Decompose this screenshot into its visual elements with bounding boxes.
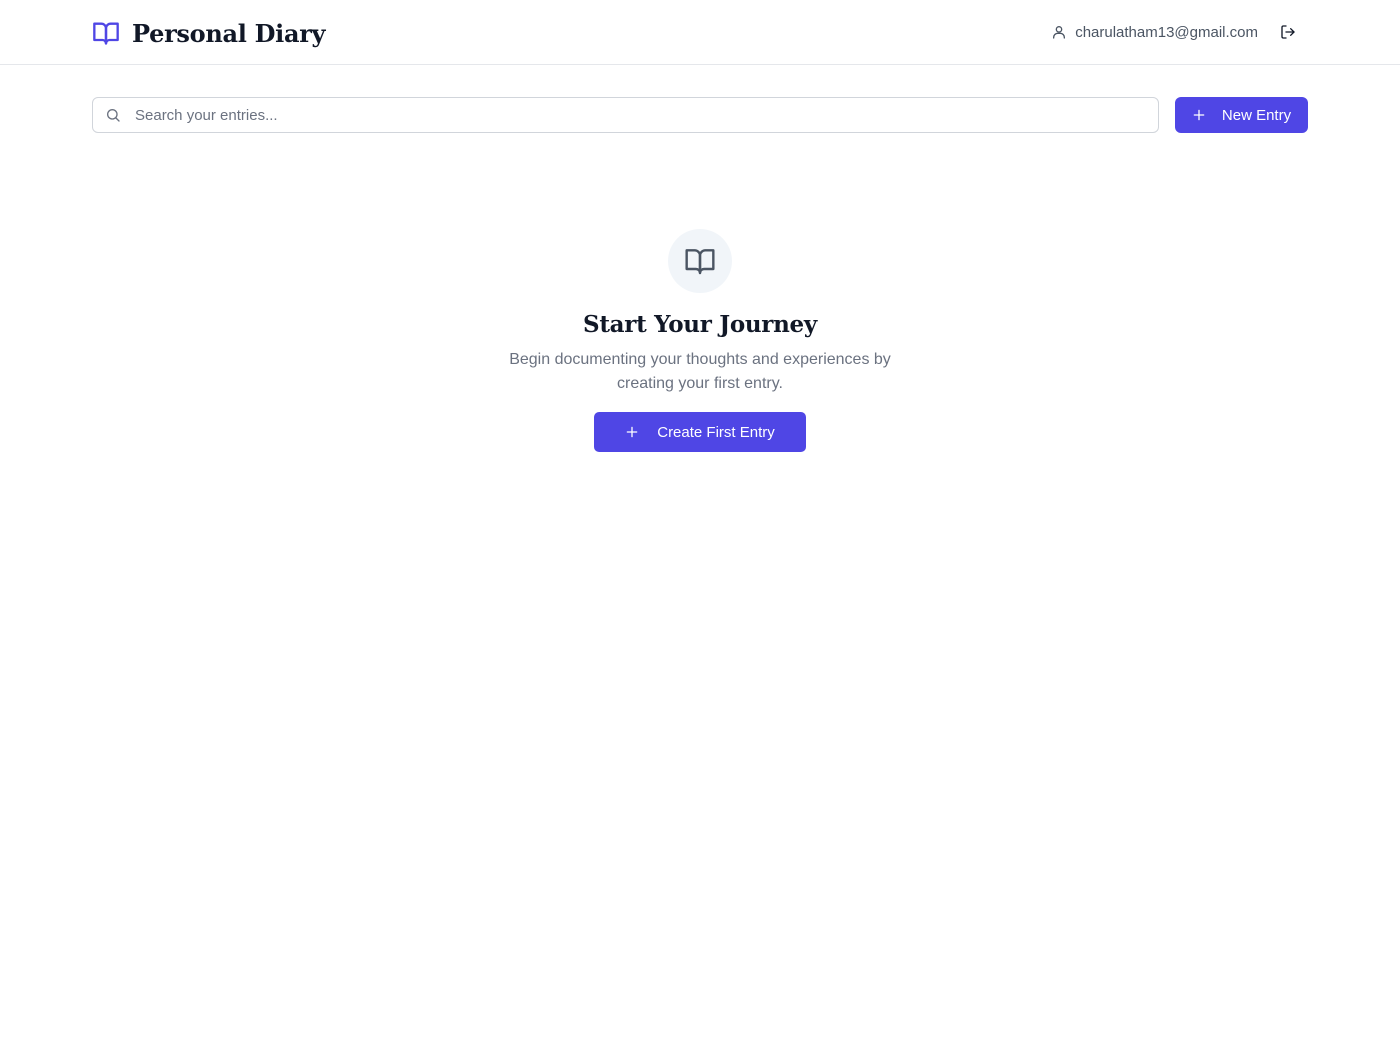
create-first-entry-button[interactable]: Create First Entry	[594, 412, 806, 452]
logout-icon	[1280, 24, 1296, 40]
app-title: Personal Diary	[132, 18, 326, 48]
user-email: charulatham13@gmail.com	[1075, 23, 1258, 41]
empty-state-icon-circle	[668, 229, 732, 293]
search-input[interactable]	[133, 100, 1158, 130]
logout-button[interactable]	[1276, 20, 1300, 44]
empty-state-title: Start Your Journey	[583, 311, 817, 338]
new-entry-label: New Entry	[1221, 106, 1292, 124]
empty-state: Start Your Journey Begin documenting you…	[0, 229, 1400, 452]
empty-state-description: Begin documenting your thoughts and expe…	[509, 351, 891, 392]
app-header: Personal Diary charulatham13@gmail.com	[0, 0, 1400, 65]
new-entry-button[interactable]: New Entry	[1175, 97, 1308, 133]
book-open-icon	[684, 245, 716, 277]
user-area: charulatham13@gmail.com	[1051, 20, 1300, 44]
create-first-entry-label: Create First Entry	[657, 423, 775, 441]
brand: Personal Diary	[92, 18, 325, 48]
plus-icon	[1192, 108, 1206, 122]
search-icon	[105, 107, 121, 123]
user-icon	[1051, 24, 1067, 40]
book-open-icon	[92, 19, 120, 47]
search-box	[92, 97, 1159, 133]
plus-icon	[625, 425, 639, 439]
